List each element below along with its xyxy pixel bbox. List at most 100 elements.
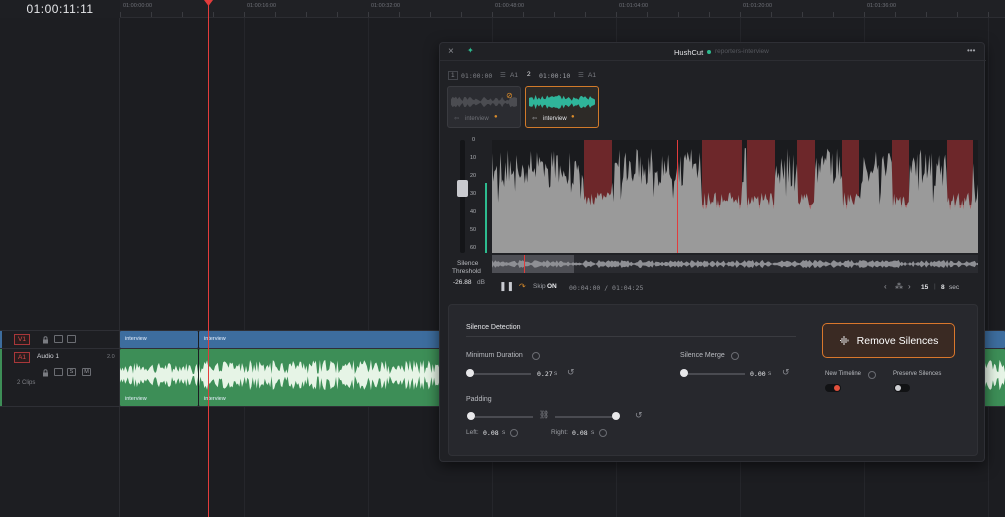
lock-icon[interactable]: [41, 336, 50, 344]
audio-clip-count: 2 Clips: [17, 380, 36, 386]
tab-1-track: A1: [510, 72, 518, 79]
info-icon[interactable]: [868, 371, 876, 379]
more-menu-icon[interactable]: •••: [967, 46, 975, 55]
thumbnail-2-name: interview: [543, 116, 567, 122]
padding-left-slider[interactable]: [475, 416, 533, 418]
silence-merge-label: Silence Merge: [680, 352, 725, 359]
mute-button[interactable]: M: [82, 368, 91, 376]
waveform-icon: [839, 336, 849, 345]
meter-tick: 60: [470, 245, 477, 251]
padding-right-slider[interactable]: [555, 416, 613, 418]
video-clip[interactable]: interview: [120, 331, 198, 348]
silence-merge-value[interactable]: 0.00: [750, 370, 766, 378]
min-duration-slider[interactable]: [471, 373, 531, 375]
reset-icon[interactable]: ↺: [635, 410, 643, 421]
tab-2-time: 01:00:10: [539, 72, 571, 80]
new-timeline-toggle[interactable]: [825, 384, 841, 392]
min-duration-value[interactable]: 0.27: [537, 370, 553, 378]
meter-tick: 0: [472, 137, 476, 143]
ruler-label: 01:01:04:00: [619, 3, 649, 9]
solo-button[interactable]: S: [67, 368, 76, 376]
pause-icon[interactable]: ❚❚: [499, 281, 514, 292]
timeline-ruler[interactable]: 01:00:00:00 01:00:16:00 01:00:32:00 01:0…: [120, 0, 1005, 18]
silence-merge-unit: s: [768, 370, 772, 377]
meter-tick: 20: [470, 173, 477, 179]
padding-right-label: Right:: [551, 429, 568, 436]
pin-icon[interactable]: ✦: [467, 46, 474, 55]
padding-right-knob[interactable]: [612, 412, 620, 420]
silence-merge-slider[interactable]: [685, 373, 745, 375]
info-icon[interactable]: [532, 352, 540, 360]
window-unit: sec: [949, 284, 960, 291]
skip-state[interactable]: ON: [547, 283, 557, 290]
playhead[interactable]: [208, 0, 209, 517]
skip-icon[interactable]: ↷: [519, 282, 526, 291]
link-icon[interactable]: ⛓: [539, 410, 549, 419]
ruler-label: 01:00:48:00: [495, 3, 525, 9]
ruler-label: 01:00:16:00: [247, 3, 277, 9]
info-icon[interactable]: [599, 429, 607, 437]
threshold-value[interactable]: -26.88: [453, 279, 471, 286]
reset-icon[interactable]: ↺: [567, 367, 575, 378]
remove-silences-label: Remove Silences: [856, 334, 939, 347]
clip-thumbnail-1[interactable]: ⊘ ⇦ interview ●: [447, 86, 521, 128]
track-header-column: V1 A1 Audio 1 2.0 S M 2 Clips: [0, 18, 120, 517]
hushcut-panel: × ✦ HushCut reporters-interview ••• 1 01…: [439, 42, 986, 462]
video-track-label[interactable]: V1: [14, 334, 30, 345]
tab-2-index[interactable]: 2: [527, 71, 531, 78]
waveform-view[interactable]: [492, 140, 978, 253]
audio-track-level: 2.0: [107, 354, 115, 360]
playback-position: 00:04:00 / 01:04:25: [569, 284, 644, 292]
timecode-display[interactable]: 01:00:11:11: [0, 0, 120, 18]
min-duration-knob[interactable]: [466, 369, 474, 377]
ruler-label: 01:00:00:00: [123, 3, 153, 9]
panel-title-bar[interactable]: × ✦ HushCut reporters-interview •••: [440, 43, 986, 61]
audio-clip[interactable]: interview: [120, 349, 198, 406]
clip-thumbnail-2[interactable]: ⇦ interview ●: [525, 86, 599, 128]
status-dot: [707, 50, 711, 54]
chevron-right-icon[interactable]: ›: [908, 282, 911, 291]
video-track-color-bar: [0, 330, 2, 348]
threshold-label: Silence: [457, 260, 479, 267]
playhead-handle[interactable]: [204, 0, 213, 6]
ruler-label: 01:00:32:00: [371, 3, 401, 9]
info-icon[interactable]: [510, 429, 518, 437]
info-icon[interactable]: [731, 352, 739, 360]
close-icon[interactable]: ×: [448, 46, 454, 57]
track-icon: ☰: [500, 72, 506, 79]
thumbnail-1-name: interview: [465, 116, 489, 122]
audio-track-color-bar: [0, 349, 2, 406]
audio-track-label[interactable]: A1: [14, 352, 30, 363]
tab-2-track: A1: [588, 72, 596, 79]
preserve-silences-label: Preserve Silences: [893, 371, 942, 377]
auto-select-icon[interactable]: [54, 335, 63, 343]
remove-silences-button[interactable]: Remove Silences: [822, 323, 955, 358]
track-enable-icon[interactable]: [67, 335, 76, 343]
overview-waveform[interactable]: [492, 255, 978, 273]
link-icon: ⇦: [454, 116, 460, 122]
padding-left-label: Left:: [466, 429, 479, 436]
tab-1-time: 01:00:00: [461, 72, 493, 80]
video-clip-name: interview: [125, 336, 147, 342]
skip-label: Skip: [533, 283, 546, 290]
silence-merge-knob[interactable]: [680, 369, 688, 377]
preserve-silences-toggle[interactable]: [894, 384, 910, 392]
panel-title: HushCut: [674, 48, 704, 57]
threshold-slider-handle[interactable]: [457, 180, 468, 197]
meter-tick: 40: [470, 209, 477, 215]
min-duration-label: Minimum Duration: [466, 352, 523, 359]
disabled-icon: ⊘: [506, 91, 513, 100]
padding-left-value[interactable]: 0.08: [483, 429, 499, 437]
meter-tick: 30: [470, 191, 477, 197]
auto-select-icon[interactable]: [54, 368, 63, 376]
padding-left-knob[interactable]: [467, 412, 475, 420]
chevron-left-icon[interactable]: ‹: [884, 282, 887, 291]
zoom-value: 15: [921, 284, 929, 291]
silence-detection-title: Silence Detection: [466, 324, 521, 331]
meter-level: [485, 183, 487, 253]
lock-icon[interactable]: [41, 369, 50, 377]
ruler-label: 01:01:20:00: [743, 3, 773, 9]
reset-icon[interactable]: ↺: [782, 367, 790, 378]
tab-1-index[interactable]: 1: [448, 71, 458, 80]
padding-right-value[interactable]: 0.08: [572, 429, 588, 437]
